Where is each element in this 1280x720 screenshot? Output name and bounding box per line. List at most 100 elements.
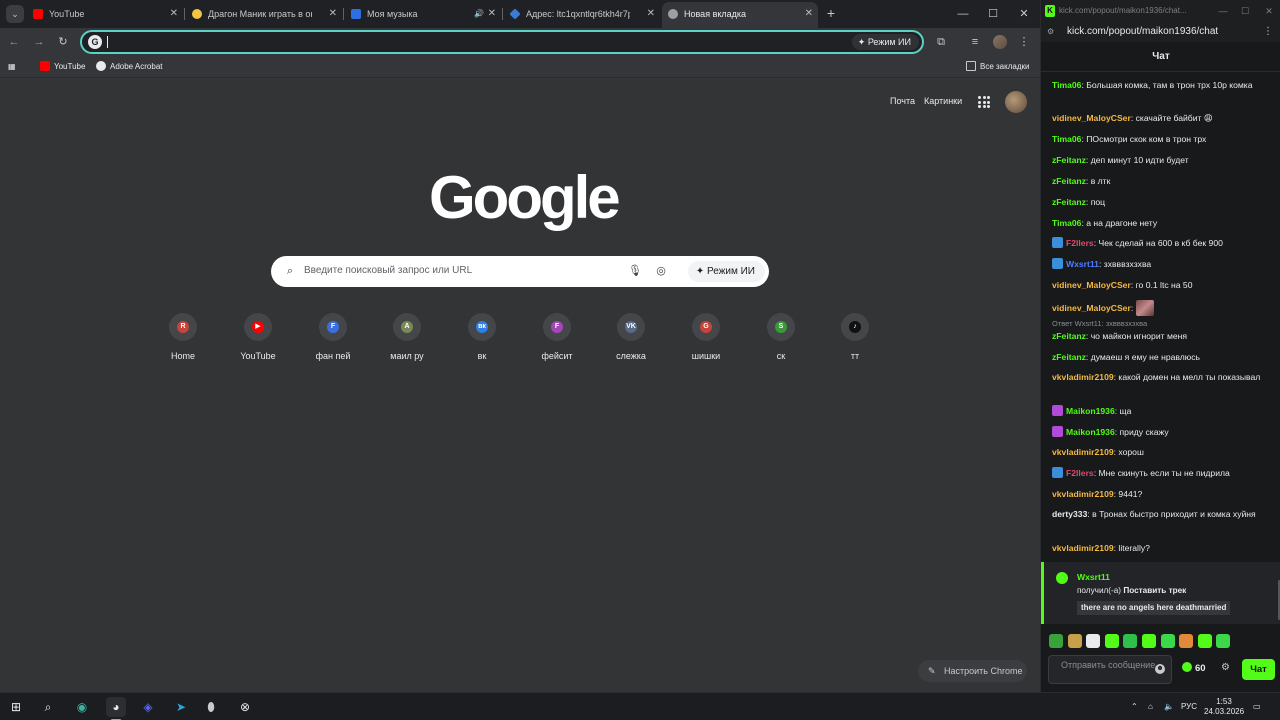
maximize-button[interactable]: ☐ [1235,0,1255,22]
speaker-icon[interactable]: 🔊 [474,2,484,26]
media-controls-icon[interactable]: ≡ [967,34,983,50]
chat-username[interactable]: Maikon1936 [1066,406,1115,416]
address-bar[interactable]: G ✦ Режим ИИ [80,30,924,54]
chat-username[interactable]: Tima06 [1052,80,1081,90]
emoji-picker-icon[interactable]: ☻ [1155,664,1165,674]
apps-grid-icon[interactable]: ▦ [8,60,16,74]
quick-emote-icon[interactable] [1197,634,1212,648]
minimize-button[interactable]: — [948,0,978,28]
more-menu-icon[interactable]: ⋮ [1016,34,1032,50]
images-link[interactable]: Картинки [924,96,962,106]
shortcut-tile[interactable]: Aмаил ру [372,311,442,367]
more-menu-icon[interactable]: ⋮ [1263,22,1273,42]
shortcut-tile[interactable]: VK слежка [596,311,666,367]
account-avatar[interactable] [1005,91,1027,113]
ai-mode-button[interactable]: ✦ Режим ИИ [687,261,765,282]
site-info-icon[interactable]: ⚙ [1047,22,1054,42]
close-icon[interactable]: ✕ [805,2,813,26]
quick-emote-icon[interactable] [1104,634,1119,648]
reward-user[interactable]: Wxsrt11 [1077,572,1110,582]
chat-username[interactable]: Maikon1936 [1066,427,1115,437]
quick-emote-icon[interactable] [1123,634,1138,648]
close-icon[interactable]: ✕ [170,2,178,26]
chat-username[interactable]: F2llers [1066,238,1094,248]
network-icon[interactable]: ⌂ [1148,693,1153,720]
tab-my-music[interactable]: Моя музыка 🔊 ✕ [345,2,501,26]
minimize-button[interactable]: — [1213,0,1233,22]
chat-username[interactable]: zFeitanz [1052,352,1086,362]
maximize-button[interactable]: ☐ [978,0,1008,28]
chat-username[interactable]: vidinev_MaloyCSer [1052,280,1131,290]
all-bookmarks[interactable]: Все закладки [966,60,1029,74]
chat-username[interactable]: Wxsrt11 [1066,259,1099,269]
new-tab-button[interactable]: + [823,5,839,21]
close-window-button[interactable]: ✕ [1259,0,1279,22]
google-lens-icon[interactable]: ◎ [654,264,668,278]
chat-username[interactable]: vkvladimir2109 [1052,543,1114,553]
shortcut-tile[interactable]: Gшишки [671,311,741,367]
windows-start-icon[interactable]: ⊞ [6,697,26,717]
close-icon[interactable]: ✕ [488,2,496,26]
notifications-icon[interactable]: ▭ [1253,693,1261,720]
chat-username[interactable]: vkvladimir2109 [1052,447,1114,457]
chat-username[interactable]: vidinev_MaloyCSer [1052,113,1131,123]
chat-username[interactable]: F2llers [1066,468,1094,478]
quick-emote-icon[interactable] [1067,634,1082,648]
shortcut-tile[interactable]: Fфан пей [298,311,368,367]
search-icon[interactable]: ⌕ [38,697,58,717]
chat-username[interactable]: vkvladimir2109 [1052,372,1114,382]
quick-emote-icon[interactable] [1216,634,1231,648]
tab-address[interactable]: Адрес: ltc1qxntlqr6tkh4r7p6c3 ✕ [504,2,660,26]
shortcut-tile[interactable]: Sск [746,311,816,367]
close-icon[interactable]: ✕ [647,2,655,26]
chat-username[interactable]: vidinev_MaloyCSer [1052,303,1131,313]
forward-button[interactable]: → [31,34,47,50]
chat-username[interactable]: zFeitanz [1052,155,1086,165]
tab-youtube[interactable]: YouTube ✕ [27,2,183,26]
chat-message-input[interactable]: Отправить сообщение ☻ [1048,655,1172,684]
tab-new-tab[interactable]: Новая вкладка ✕ [662,2,818,28]
shortcut-tile[interactable]: Fфейсит [522,311,592,367]
chat-messages[interactable]: Tima06: Большая комка, там в трон трх 10… [1041,72,1280,560]
close-icon[interactable]: ✕ [329,2,337,26]
chat-username[interactable]: vkvladimir2109 [1052,489,1114,499]
volume-icon[interactable]: 🔈 [1164,693,1174,720]
customize-chrome-button[interactable]: ✎ Настроить Chrome [918,660,1027,682]
channel-points[interactable]: 60 [1182,662,1206,674]
discord-icon[interactable]: ◈ [138,697,158,717]
profile-avatar[interactable] [993,35,1007,49]
bookmark-adobe-acrobat[interactable]: Adobe Acrobat [96,60,162,74]
app-icon[interactable]: ⬮ [201,697,221,717]
chat-username[interactable]: zFeitanz [1052,176,1086,186]
language-indicator[interactable]: РУС [1181,693,1197,720]
back-button[interactable]: ← [6,34,22,50]
close-window-button[interactable]: ✕ [1009,0,1039,28]
quick-emote-icon[interactable] [1142,634,1156,648]
chat-username[interactable]: derty333 [1052,509,1087,519]
obs-icon[interactable]: ⊗ [235,697,255,717]
quick-emote-icon[interactable] [1160,634,1175,648]
reload-button[interactable]: ↻ [55,34,71,50]
ai-mode-button[interactable]: ✦ Режим ИИ [851,34,919,50]
google-apps-icon[interactable] [978,96,990,108]
chat-settings-icon[interactable]: ⚙ [1221,662,1230,673]
chat-username[interactable]: zFeitanz [1052,197,1086,207]
chrome-icon[interactable]: ◕ [106,697,126,720]
telegram-icon[interactable]: ➤ [171,697,191,717]
shortcut-tile[interactable]: ▶ YouTube [223,311,293,367]
shortcut-tile[interactable]: вк вк [447,311,517,367]
clock[interactable]: 1:53 24.03.2026 [1204,697,1244,717]
chat-username[interactable]: Tima06 [1052,218,1081,228]
chat-username[interactable]: Tima06 [1052,134,1081,144]
bookmark-youtube[interactable]: YouTube [40,60,85,74]
shortcut-tile[interactable]: ♪ тт [820,311,890,367]
quick-emote-icon[interactable] [1179,634,1194,648]
edge-icon[interactable]: ◉ [72,697,92,717]
tab-search-button[interactable]: ⌄ [6,5,24,23]
quick-emote-icon[interactable] [1049,634,1063,648]
shortcut-tile[interactable]: R Home [148,311,218,367]
chat-username[interactable]: zFeitanz [1052,331,1086,341]
microphone-icon[interactable]: 🎙 [628,264,642,278]
chat-send-button[interactable]: Чат [1242,659,1275,680]
tab-dragon-mania[interactable]: Драгон Маник играть в онлайн ✕ [186,2,342,26]
